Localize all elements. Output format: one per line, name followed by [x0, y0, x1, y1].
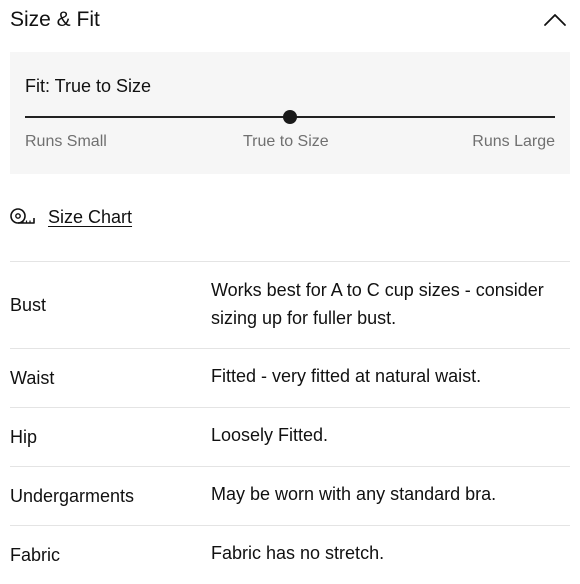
table-row-bust: Bust Works best for A to C cup sizes - c… [10, 261, 570, 348]
row-label: Hip [10, 427, 38, 447]
scale-label-runs-large: Runs Large [472, 133, 555, 150]
scale-label-true-to-size: True to Size [243, 133, 329, 150]
size-fit-header[interactable]: Size & Fit [10, 6, 570, 34]
section-title: Size & Fit [10, 8, 100, 31]
table-row-hip: Hip Loosely Fitted. [10, 407, 570, 466]
scale-label-runs-small: Runs Small [25, 133, 107, 150]
chevron-up-icon[interactable] [542, 8, 568, 32]
row-label: Waist [10, 368, 55, 388]
fit-scale-indicator [283, 110, 297, 124]
row-value: Works best for A to C cup sizes - consid… [211, 280, 544, 328]
row-value: Fabric has no stretch. [211, 543, 385, 563]
row-label: Fabric [10, 545, 61, 565]
row-label: Bust [10, 295, 47, 315]
fit-panel: Fit: True to Size Runs Small True to Siz… [10, 52, 570, 174]
fit-label: Fit: True to Size [25, 76, 152, 96]
table-row-fabric: Fabric Fabric has no stretch. [10, 525, 570, 584]
table-row-undergarments: Undergarments May be worn with any stand… [10, 466, 570, 525]
table-row-waist: Waist Fitted - very fitted at natural wa… [10, 348, 570, 407]
row-label: Undergarments [10, 486, 135, 506]
row-value: Loosely Fitted. [211, 425, 329, 445]
size-chart-link[interactable]: Size Chart [10, 203, 132, 231]
row-value: Fitted - very fitted at natural waist. [211, 366, 482, 386]
fit-details-table: Bust Works best for A to C cup sizes - c… [10, 261, 570, 584]
size-chart-label: Size Chart [48, 207, 133, 227]
row-value: May be worn with any standard bra. [211, 484, 497, 504]
fit-scale-track [25, 110, 555, 124]
measuring-tape-icon [10, 207, 36, 227]
